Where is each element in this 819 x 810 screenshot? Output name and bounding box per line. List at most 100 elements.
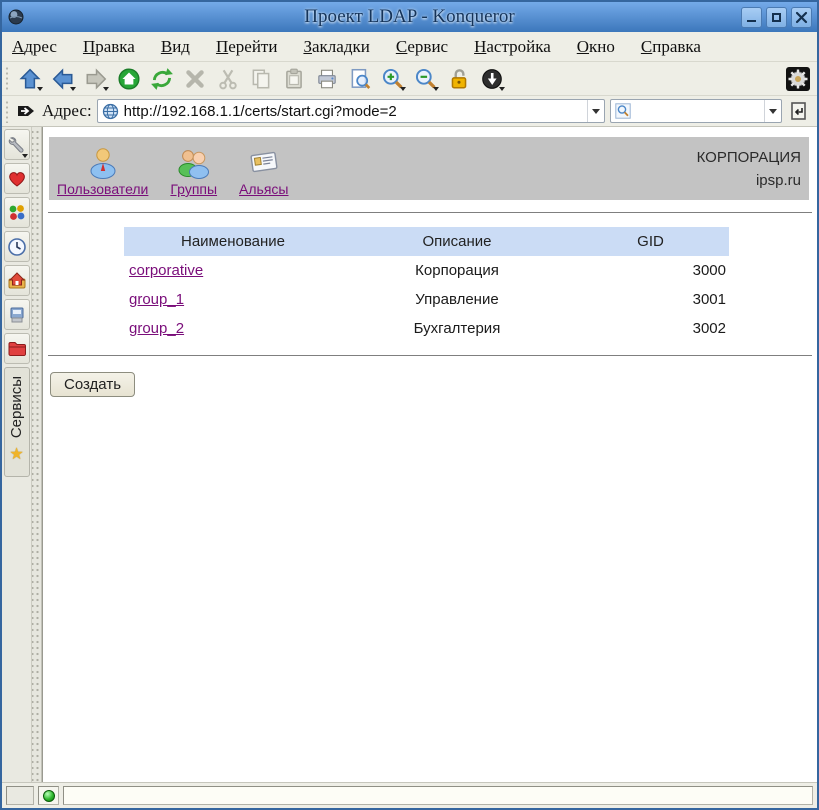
menu-settings[interactable]: Настройка (474, 37, 551, 57)
menu-window[interactable]: Окно (577, 37, 615, 57)
dropdown-arrow (433, 87, 439, 91)
table-row: group_2 Бухгалтерия 3002 (124, 314, 729, 343)
menu-view[interactable]: Вид (161, 37, 190, 57)
security-lock-button[interactable] (446, 66, 472, 92)
column-header-name: Наименование (124, 227, 342, 256)
toolbar-drag-handle[interactable] (4, 65, 10, 91)
titlebar[interactable]: Проект LDAP - Konqueror (2, 2, 817, 32)
create-button[interactable]: Создать (50, 372, 135, 397)
reload-button[interactable] (149, 66, 175, 92)
back-button[interactable] (50, 66, 76, 92)
device-icon (7, 305, 27, 325)
dropdown-arrow (103, 87, 109, 91)
organization-name: КОРПОРАЦИЯ (697, 149, 801, 166)
url-combobox[interactable]: http://192.168.1.1/certs/start.cgi?mode=… (97, 99, 605, 123)
card-icon (247, 145, 281, 179)
cut-button[interactable] (215, 66, 241, 92)
sidebar-home-folder-button[interactable] (4, 265, 30, 296)
zoom-out-button[interactable] (413, 66, 439, 92)
url-input[interactable]: http://192.168.1.1/certs/start.cgi?mode=… (119, 103, 587, 120)
go-button[interactable] (787, 99, 811, 123)
close-button[interactable] (791, 7, 812, 28)
menu-edit[interactable]: Правка (83, 37, 135, 57)
group-link-corporative[interactable]: corporative (129, 262, 203, 279)
table-row: group_1 Управление 3001 (124, 285, 729, 314)
dropdown-arrow (37, 87, 43, 91)
maximize-icon (772, 13, 781, 22)
url-dropdown-button[interactable] (587, 100, 604, 122)
nav-link-aliases-label: Альясы (239, 181, 288, 197)
up-button[interactable] (17, 66, 43, 92)
table-row: corporative Корпорация 3000 (124, 256, 729, 285)
window-title: Проект LDAP - Konqueror (2, 6, 817, 28)
main-area: Сервисы ★ Пользователи Группы Альясы (2, 127, 817, 782)
copy-button[interactable] (248, 66, 274, 92)
organization-domain: ipsp.ru (756, 172, 801, 189)
nav-link-aliases[interactable]: Альясы (239, 145, 288, 200)
maximize-button[interactable] (766, 7, 787, 28)
sidebar-bookmarks-button[interactable] (4, 163, 30, 194)
menu-help[interactable]: Справка (641, 37, 701, 57)
column-header-description: Описание (342, 227, 572, 256)
menu-tools[interactable]: Сервис (396, 37, 448, 57)
paste-button[interactable] (281, 66, 307, 92)
print-preview-button[interactable] (347, 66, 373, 92)
divider (48, 355, 812, 356)
nav-link-groups-label: Группы (170, 181, 217, 197)
konqueror-logo-icon[interactable] (785, 66, 811, 92)
group-link-group-2[interactable]: group_2 (129, 320, 184, 337)
configure-panel-button[interactable] (4, 129, 30, 160)
statusbar (2, 782, 817, 808)
statusbar-message-field (63, 786, 813, 805)
sidebar-history-marks-button[interactable] (4, 197, 30, 228)
red-folder-icon (7, 340, 27, 358)
navigation-panel: Сервисы ★ (2, 127, 32, 782)
minimize-icon (747, 20, 756, 22)
column-header-gid: GID (572, 227, 729, 256)
print-button[interactable] (314, 66, 340, 92)
group-link-group-1[interactable]: group_1 (129, 291, 184, 308)
dropdown-arrow (400, 87, 406, 91)
group-gid: 3002 (572, 314, 729, 343)
chevron-down-icon (769, 109, 777, 114)
group-icon (177, 145, 211, 179)
chevron-down-icon (592, 109, 600, 114)
menu-address[interactable]: Адрес (12, 37, 57, 57)
web-view: Пользователи Группы Альясы КОРПОРАЦИЯ ip… (42, 127, 817, 782)
pointer-down-button[interactable] (479, 66, 505, 92)
search-dropdown-button[interactable] (764, 100, 781, 122)
sidebar-devices-button[interactable] (4, 299, 30, 330)
groups-table: Наименование Описание GID corporative Ко… (124, 227, 729, 343)
clear-location-button[interactable] (15, 100, 37, 122)
home-button[interactable] (116, 66, 142, 92)
nav-link-users[interactable]: Пользователи (57, 145, 148, 200)
dropdown-arrow (499, 87, 505, 91)
minimize-button[interactable] (741, 7, 762, 28)
panel-splitter[interactable] (32, 127, 42, 782)
menu-bookmarks[interactable]: Закладки (303, 37, 369, 57)
globe-icon (102, 103, 119, 120)
zoom-in-button[interactable] (380, 66, 406, 92)
user-icon (86, 145, 120, 179)
search-combobox[interactable] (610, 99, 782, 123)
sidebar-root-folder-button[interactable] (4, 333, 30, 364)
star-icon: ★ (9, 446, 23, 462)
wrench-icon (7, 135, 27, 155)
location-drag-handle[interactable] (4, 99, 10, 123)
sidebar-tab-services[interactable]: Сервисы ★ (4, 367, 30, 477)
group-description: Бухгалтерия (342, 314, 572, 343)
colored-marks-icon (7, 203, 27, 223)
forward-button[interactable] (83, 66, 109, 92)
location-toolbar: Адрес: http://192.168.1.1/certs/start.cg… (2, 96, 817, 127)
address-label: Адрес: (42, 101, 92, 121)
menu-go[interactable]: Перейти (216, 37, 278, 57)
sidebar-history-button[interactable] (4, 231, 30, 262)
green-led-icon (43, 790, 55, 802)
group-gid: 3001 (572, 285, 729, 314)
window-globe-icon (7, 8, 25, 26)
group-gid: 3000 (572, 256, 729, 285)
page-header: Пользователи Группы Альясы КОРПОРАЦИЯ ip… (49, 137, 809, 200)
stop-button[interactable] (182, 66, 208, 92)
nav-link-groups[interactable]: Группы (170, 145, 217, 200)
clock-icon (7, 237, 27, 257)
